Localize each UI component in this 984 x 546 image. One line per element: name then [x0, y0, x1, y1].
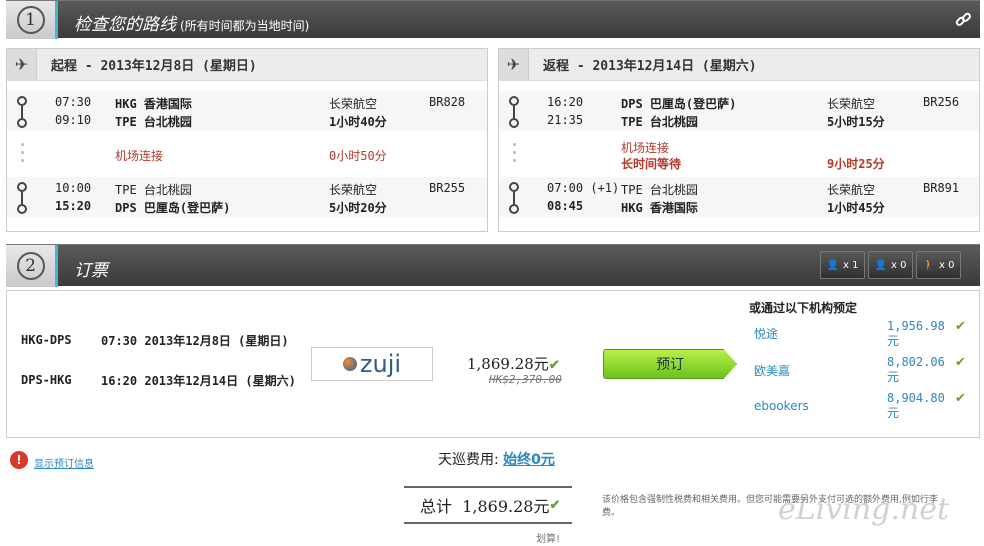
check-icon: ✔ — [955, 319, 966, 334]
child-icon: 👤 — [874, 259, 887, 271]
agency-link[interactable]: ebookers — [754, 399, 809, 413]
watermark: eLiving.net — [778, 492, 950, 527]
infant-count-button[interactable]: 🚶 x 0 — [916, 251, 961, 279]
cheap-label: 划算! — [536, 534, 561, 545]
book-button[interactable]: 预订 — [603, 349, 737, 379]
route-icon — [509, 182, 521, 214]
alt-agencies-title: 或通过以下机构预定 — [749, 301, 858, 315]
step2-header: 2 订票 👤 x 1 👤 x 0 🚶 x 0 — [6, 244, 980, 287]
alert-icon: ! — [10, 451, 28, 469]
flight-segment[interactable]: 07:30 HKG 香港国际 09:10 TPE 台北桃园 长荣航空 1小时40… — [7, 91, 487, 131]
route-icon — [17, 182, 29, 214]
return-panel: ✈ 返程 - 2013年12月14日 (星期六) 16:20 DPS 巴厘岛(登巴… — [498, 48, 980, 232]
provider-logo[interactable]: zuji — [311, 347, 433, 381]
step2-title: 订票 — [74, 261, 108, 281]
plane-depart-icon: ✈ — [7, 48, 37, 81]
total-box: 总计 1,869.28元 ✔ — [404, 486, 572, 524]
outbound-panel: ✈ 起程 - 2013年12月8日 (星期日) 07:30 HKG 香港国际 09… — [6, 48, 488, 232]
child-count-button[interactable]: 👤 x 0 — [868, 251, 913, 279]
zuji-globe-icon — [342, 357, 357, 371]
fee-row: 天巡费用: 始终0元 — [438, 452, 555, 468]
connection-row: 机场连接 长时间等待 9小时25分 — [499, 137, 979, 173]
best-price: 1,869.28元✔ — [467, 355, 560, 373]
flight-segment[interactable]: 16:20 DPS 巴厘岛(登巴萨) 21:35 TPE 台北桃园 长荣航空 5… — [499, 91, 979, 131]
check-icon: ✔ — [955, 355, 966, 370]
adult-count-button[interactable]: 👤 x 1 — [820, 251, 865, 279]
route-icon — [509, 96, 521, 128]
return-header: 返程 - 2013年12月14日 (星期六) — [543, 59, 757, 74]
agency-link[interactable]: 欧美嘉 — [754, 362, 790, 379]
flight-segment[interactable]: 07:00 (+1) TPE 台北桃园 08:45 HKG 香港国际 长荣航空 … — [499, 177, 979, 217]
outbound-header: 起程 - 2013年12月8日 (星期日) — [51, 59, 257, 74]
connection-row: 机场连接 0小时50分 — [7, 137, 487, 173]
plane-return-icon: ✈ — [499, 48, 529, 81]
agency-link[interactable]: 悦途 — [754, 325, 778, 342]
check-icon: ✔ — [955, 391, 966, 406]
step2-number-badge: 2 — [6, 245, 58, 287]
connection-dots-icon — [21, 143, 25, 167]
link-icon[interactable] — [954, 11, 972, 29]
step1-title: 检查您的路线 (所有时间都为当地时间) — [74, 15, 310, 35]
check-icon: ✔ — [548, 358, 560, 373]
flight-segment[interactable]: 10:00 TPE 台北桃园 15:20 DPS 巴厘岛(登巴萨) 长荣航空 5… — [7, 177, 487, 217]
step1-number-badge: 1 — [6, 1, 58, 39]
adult-icon: 👤 — [826, 259, 839, 271]
step1-header: 1 检查您的路线 (所有时间都为当地时间) — [6, 0, 980, 39]
booking-info-link[interactable]: 显示预订信息 — [34, 455, 94, 470]
infant-icon: 🚶 — [922, 259, 935, 271]
check-icon: ✔ — [549, 497, 561, 513]
connection-dots-icon — [513, 143, 517, 167]
booking-box: HKG-DPS 07:30 2013年12月8日 (星期日) DPS-HKG 1… — [6, 290, 980, 438]
step1-note: (所有时间都为当地时间) — [180, 19, 310, 33]
route-icon — [17, 96, 29, 128]
